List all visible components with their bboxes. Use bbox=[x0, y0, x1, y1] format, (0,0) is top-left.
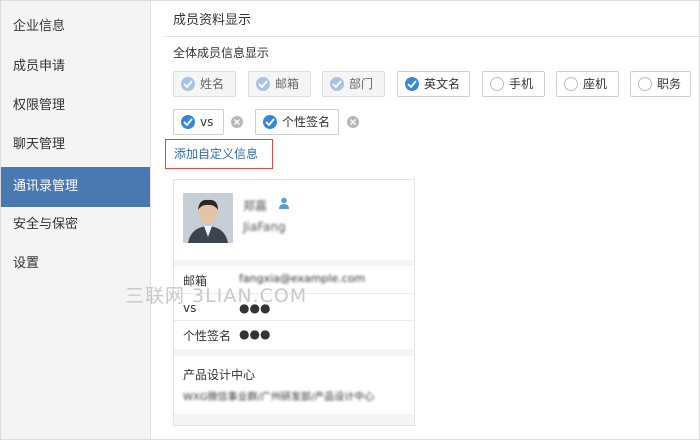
signature-label: 个性签名 bbox=[183, 329, 232, 343]
field-chip-label: 姓名 bbox=[200, 77, 225, 91]
field-chip-department: 部门 bbox=[322, 71, 385, 97]
field-chip-label: vs bbox=[200, 115, 214, 129]
section-title: 成员资料显示 bbox=[173, 13, 252, 28]
sidebar-item-contacts-management[interactable]: 通讯录管理 bbox=[1, 167, 150, 207]
field-chip-label: 个性签名 bbox=[282, 115, 331, 129]
field-chip-label: 部门 bbox=[349, 77, 374, 91]
check-icon bbox=[181, 77, 195, 91]
field-chip-label: 邮箱 bbox=[275, 77, 300, 91]
unchecked-circle-icon bbox=[564, 77, 578, 91]
department-path: WXG微信事业群/广州研发部/产品设计中心 bbox=[183, 392, 375, 403]
department-name: 产品设计中心 bbox=[183, 368, 256, 382]
department-section: 产品设计中心 WXG微信事业群/广州研发部/产品设计中心 bbox=[174, 356, 414, 414]
sub-title: 全体成员信息显示 bbox=[173, 46, 270, 60]
check-icon bbox=[181, 115, 195, 129]
sidebar-item-chat-management[interactable]: 聊天管理 bbox=[1, 125, 150, 165]
profile-header: 郑嘉 JiaFang bbox=[174, 180, 414, 260]
field-chip-english-name[interactable]: 英文名 bbox=[397, 71, 470, 97]
check-icon bbox=[263, 115, 277, 129]
add-custom-info-link[interactable]: 添加自定义信息 bbox=[165, 139, 273, 169]
unchecked-circle-icon bbox=[490, 77, 504, 91]
field-chip-name: 姓名 bbox=[173, 71, 236, 97]
watermark: 三联网 3LIAN.COM bbox=[125, 285, 308, 307]
custom-field-chip-signature[interactable]: 个性签名 bbox=[255, 109, 339, 135]
divider bbox=[165, 36, 699, 37]
custom-field-chip-vs[interactable]: vs bbox=[173, 109, 224, 135]
field-chip-label: 手机 bbox=[509, 77, 534, 91]
person-icon bbox=[278, 197, 290, 212]
field-chip-label: 英文名 bbox=[424, 77, 461, 91]
check-icon bbox=[330, 77, 344, 91]
field-chip-landline[interactable]: 座机 bbox=[556, 71, 619, 97]
field-chip-email: 邮箱 bbox=[248, 71, 311, 97]
avatar bbox=[183, 193, 233, 243]
sidebar-item-member-requests[interactable]: 成员申请 bbox=[1, 47, 150, 87]
check-icon bbox=[405, 77, 419, 91]
remove-signature-icon[interactable] bbox=[347, 116, 359, 128]
member-english-name: JiaFang bbox=[243, 220, 286, 234]
signature-value: ●●● bbox=[239, 327, 271, 341]
field-chip-label: 职务 bbox=[657, 77, 682, 91]
sidebar-item-company-info[interactable]: 企业信息 bbox=[1, 7, 150, 47]
unchecked-circle-icon bbox=[638, 77, 652, 91]
check-icon bbox=[256, 77, 270, 91]
field-chip-position[interactable]: 职务 bbox=[630, 71, 691, 97]
sidebar-item-permissions[interactable]: 权限管理 bbox=[1, 86, 150, 126]
sidebar: 企业信息 成员申请 权限管理 聊天管理 通讯录管理 安全与保密 设置 bbox=[1, 1, 151, 439]
sidebar-item-security[interactable]: 安全与保密 bbox=[1, 205, 150, 245]
field-chip-mobile[interactable]: 手机 bbox=[482, 71, 545, 97]
divider bbox=[174, 320, 414, 321]
member-name: 郑嘉 bbox=[243, 199, 268, 213]
field-chip-label: 座机 bbox=[583, 77, 608, 91]
remove-vs-icon[interactable] bbox=[231, 116, 243, 128]
sidebar-item-settings[interactable]: 设置 bbox=[1, 244, 150, 284]
